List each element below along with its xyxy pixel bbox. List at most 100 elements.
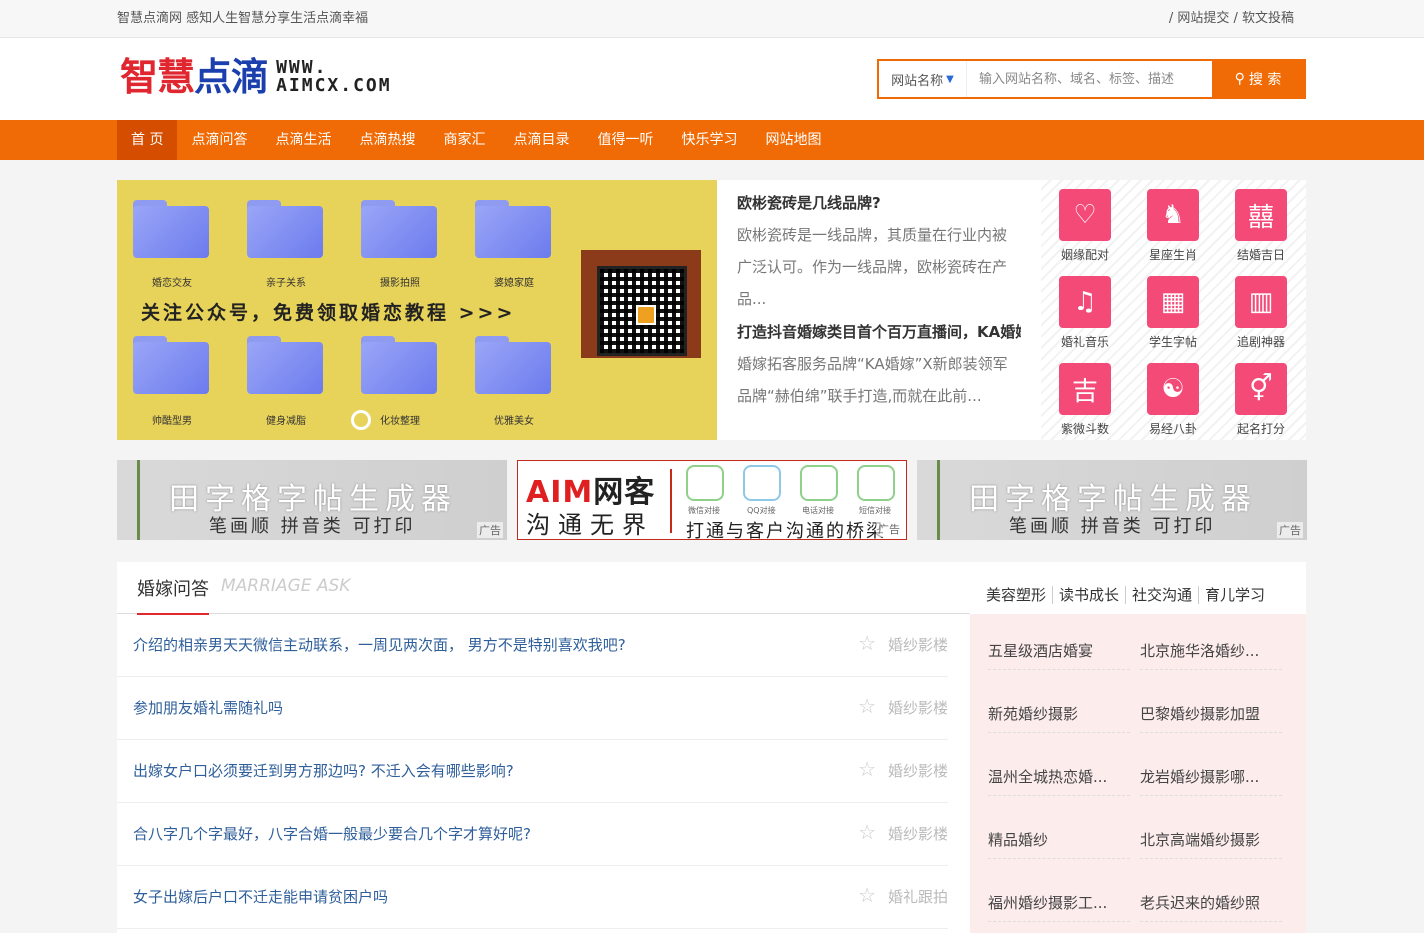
news-title[interactable]: 欧彬瓷砖是几线品牌? <box>737 192 1021 213</box>
nav-item[interactable]: 点滴热搜 <box>345 120 429 160</box>
list-item[interactable]: 五星级酒店婚宴 <box>988 626 1130 670</box>
news-panel: 欧彬瓷砖是几线品牌? 欧彬瓷砖是一线品牌，其质量在行业内被广泛认可。作为一线品牌… <box>717 180 1041 440</box>
qa-header: 婚嫁问答 MARRIAGE ASK <box>117 562 970 615</box>
tab-beauty[interactable]: 美容塑形 <box>980 586 1054 604</box>
tool-item[interactable]: ▦ 学生字帖 <box>1129 267 1217 354</box>
book-icon: ▥ <box>1235 276 1287 328</box>
list-item[interactable]: 北京施华洛婚纱... <box>1140 626 1282 670</box>
nav-item[interactable]: 值得一听 <box>583 120 667 160</box>
nav-item[interactable]: 商家汇 <box>429 120 499 160</box>
folder-label: 亲子关系 <box>266 278 306 289</box>
folder-label: 婚恋交友 <box>152 278 192 289</box>
music-icon: ♫ <box>1059 276 1111 328</box>
logo-chinese: 智慧点滴 <box>120 55 269 99</box>
folder-icon <box>361 200 437 258</box>
tab-parenting[interactable]: 育儿学习 <box>1199 586 1271 604</box>
qa-row[interactable]: 女子出嫁后户口不迁走能申请贫困户吗 ☆ 婚礼跟拍 <box>117 866 948 929</box>
tool-item[interactable]: ⚥ 起名打分 <box>1217 354 1305 441</box>
tool-item[interactable]: 吉紫微斗数 <box>1041 354 1129 441</box>
list-item[interactable]: 福州婚纱摄影工... <box>988 878 1130 922</box>
slider-dot[interactable] <box>351 410 371 430</box>
qr-code <box>597 266 687 356</box>
nav-item[interactable]: 点滴目录 <box>499 120 583 160</box>
main-nav: 首 页 点滴问答 点滴生活 点滴热搜 商家汇 点滴目录 值得一听 快乐学习 网站… <box>0 120 1424 160</box>
search-button[interactable]: ⚲ 搜 索 <box>1212 61 1304 97</box>
side-panel: 美容塑形 读书成长 社交沟通 育儿学习 五星级酒店婚宴 北京施华洛婚纱... 新… <box>970 562 1306 933</box>
qa-row[interactable]: 出嫁女户口必须要迁到男方那边吗? 不迁入会有哪些影响? ☆ 婚纱影楼 <box>117 740 948 803</box>
top-bar: 智慧点滴网 感知人生智慧分享生活点滴幸福 / 网站提交 / 软文投稿 <box>0 0 1424 38</box>
nav-item[interactable]: 点滴生活 <box>261 120 345 160</box>
nav-item-home[interactable]: 首 页 <box>117 120 178 160</box>
nav-item[interactable]: 点滴问答 <box>177 120 261 160</box>
list-item[interactable]: 巴黎婚纱摄影加盟 <box>1140 689 1282 733</box>
wechat-icon <box>686 465 724 501</box>
qq-icon <box>743 465 781 501</box>
tool-item[interactable]: 囍结婚吉日 <box>1217 180 1305 267</box>
folder-icon <box>133 336 209 394</box>
tool-item[interactable]: ♞ 星座生肖 <box>1129 180 1217 267</box>
search-bar: 网站名称▼ ⚲搜 索 <box>877 59 1306 99</box>
site-slogan: 智慧点滴网 感知人生智慧分享生活点滴幸福 <box>117 11 369 26</box>
search-type-select[interactable]: 网站名称 ▼ <box>879 61 967 97</box>
list-item[interactable]: 龙岩婚纱摄影哪... <box>1140 752 1282 796</box>
tool-item[interactable]: ☯ 易经八卦 <box>1129 354 1217 441</box>
tool-item[interactable]: ♫ 婚礼音乐 <box>1041 267 1129 354</box>
folder-icon <box>247 336 323 394</box>
yinyang-icon: ☯ <box>1147 363 1199 415</box>
side-list: 五星级酒店婚宴 北京施华洛婚纱... 新苑婚纱摄影 巴黎婚纱摄影加盟 温州全城热… <box>970 614 1306 933</box>
banner-slogan: 关注公众号，免费领取婚恋教程 >>> <box>141 302 516 324</box>
folder-label: 婆媳家庭 <box>494 278 534 289</box>
banner-slider[interactable]: 婚恋交友 亲子关系 摄影拍照 婆媳家庭 关注公众号，免费领取婚恋教程 >>> 帅… <box>117 180 717 440</box>
qa-row[interactable]: 介绍的相亲男天天微信主动联系，一周见两次面， 男方不是特别喜欢我吧? ☆ 婚纱影楼 <box>117 614 948 677</box>
calendar-icon: 囍 <box>1235 189 1287 241</box>
logo-domain: WWW. AIMCX.COM <box>276 57 392 96</box>
list-item[interactable]: 老兵迟来的婚纱照 <box>1140 878 1282 922</box>
tools-grid: ♡ 姻缘配对 ♞ 星座生肖 囍结婚吉日 ♫ 婚礼音乐 ▦ 学生字帖 ▥ 追剧神器 吉紫微斗… <box>1041 180 1306 440</box>
submit-links[interactable]: / 网站提交 / 软文投稿 <box>1169 7 1294 26</box>
folder-label: 健身减脂 <box>266 416 306 427</box>
list-item[interactable]: 温州全城热恋婚... <box>988 752 1130 796</box>
folder-icon <box>475 336 551 394</box>
star-icon: ☆ <box>858 883 876 907</box>
ji-calendar-icon: 吉 <box>1059 363 1111 415</box>
ad-banner-3[interactable]: 田字格字帖生成器 笔画顺 拼音类 可打印 广告 <box>917 460 1307 540</box>
site-logo[interactable]: 智慧点滴 WWW. AIMCX.COM <box>120 58 392 96</box>
star-icon: ☆ <box>858 820 876 844</box>
folder-label: 摄影拍照 <box>380 278 420 289</box>
folder-label: 帅酷型男 <box>152 416 192 427</box>
nav-item[interactable]: 快乐学习 <box>667 120 751 160</box>
tool-item[interactable]: ♡ 姻缘配对 <box>1041 180 1129 267</box>
phone-icon <box>800 465 838 501</box>
tab-reading[interactable]: 读书成长 <box>1053 586 1127 604</box>
ad-tag: 广告 <box>1277 522 1303 538</box>
ad-banner-2[interactable]: AIM网客 沟通无界 微信对接 QQ对接 电话对接 短信对接 打通与客户沟通的桥… <box>517 460 907 540</box>
search-input[interactable] <box>967 61 1212 97</box>
grid-calendar-icon: ▦ <box>1147 276 1199 328</box>
folder-icon <box>247 200 323 258</box>
star-icon: ☆ <box>858 631 876 655</box>
search-icon: ⚲ <box>1234 71 1245 87</box>
folder-icon <box>133 200 209 258</box>
tool-item[interactable]: ▥ 追剧神器 <box>1217 267 1305 354</box>
folder-icon <box>361 336 437 394</box>
chevron-down-icon: ▼ <box>946 73 954 85</box>
folder-label: 优雅美女 <box>494 416 534 427</box>
list-item[interactable]: 精品婚纱 <box>988 815 1130 859</box>
gender-icon: ⚥ <box>1235 363 1287 415</box>
qa-row[interactable]: 参加朋友婚礼需随礼吗 ☆ 婚纱影楼 <box>117 677 948 740</box>
ad-tag: 广告 <box>477 522 503 538</box>
star-icon: ☆ <box>858 694 876 718</box>
news-title[interactable]: 打造抖音婚嫁类目首个百万直播间，KA婚嫁 <box>737 321 1021 342</box>
sms-icon <box>857 465 895 501</box>
tab-social[interactable]: 社交沟通 <box>1126 586 1200 604</box>
news-summary: 欧彬瓷砖是一线品牌，其质量在行业内被广泛认可。作为一线品牌，欧彬瓷砖在产品... <box>737 226 1008 308</box>
nav-item[interactable]: 网站地图 <box>751 120 835 160</box>
side-tabs: 美容塑形 读书成长 社交沟通 育儿学习 <box>980 586 1271 604</box>
ad-banner-1[interactable]: 田字格字帖生成器 笔画顺 拼音类 可打印 广告 <box>117 460 507 540</box>
star-icon: ☆ <box>858 757 876 781</box>
qr-code-frame <box>581 250 701 358</box>
ad-tag: 广告 <box>876 521 902 537</box>
list-item[interactable]: 新苑婚纱摄影 <box>988 689 1130 733</box>
qa-row[interactable]: 合八字几个字最好，八字合婚一般最少要合几个字才算好呢? ☆ 婚纱影楼 <box>117 803 948 866</box>
list-item[interactable]: 北京高端婚纱摄影 <box>1140 815 1282 859</box>
